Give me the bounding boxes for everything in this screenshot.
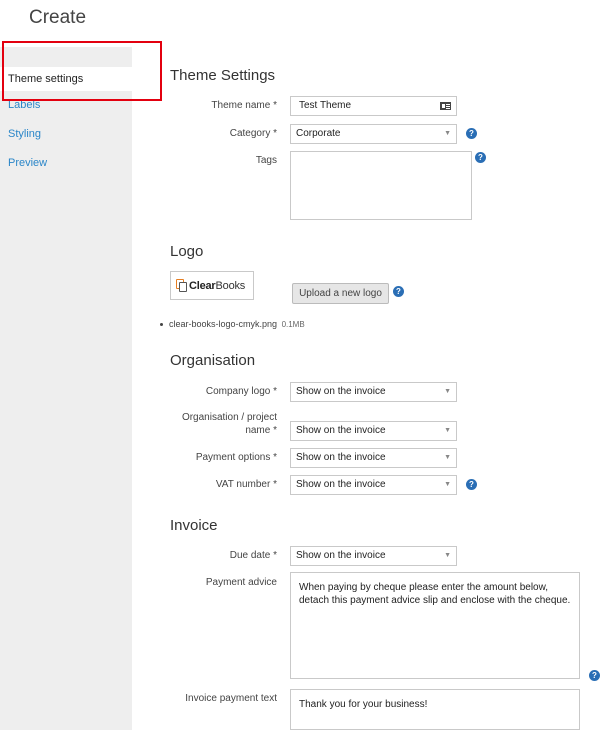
- sidebar-item-theme-settings[interactable]: Theme settings: [0, 67, 132, 91]
- tags-help-icon[interactable]: ?: [475, 152, 486, 163]
- upload-help-icon[interactable]: ?: [393, 286, 404, 297]
- due-date-select[interactable]: Show on the invoice ▼: [290, 546, 457, 566]
- theme-name-value: Test Theme: [299, 100, 352, 111]
- due-date-label: Due date *: [229, 550, 277, 561]
- org-name-value: Show on the invoice: [296, 425, 386, 436]
- vat-number-value: Show on the invoice: [296, 479, 386, 490]
- section-title-invoice: Invoice: [170, 517, 218, 534]
- payment-advice-textarea[interactable]: When paying by cheque please enter the a…: [290, 572, 580, 679]
- chevron-down-icon: ▼: [444, 552, 451, 559]
- contact-card-icon: [440, 102, 451, 110]
- chevron-down-icon: ▼: [444, 427, 451, 434]
- company-logo-value: Show on the invoice: [296, 386, 386, 397]
- payment-text-textarea[interactable]: Thank you for your business!: [290, 689, 580, 730]
- payment-text-label: Invoice payment text: [185, 693, 277, 704]
- sidebar-item-styling[interactable]: Styling: [0, 126, 132, 142]
- upload-logo-button[interactable]: Upload a new logo: [292, 283, 389, 304]
- org-name-label: Organisation / project name *: [127, 411, 277, 437]
- category-help-icon[interactable]: ?: [466, 128, 477, 139]
- org-name-label-line1: Organisation / project: [181, 412, 277, 423]
- logo-file-item: clear-books-logo-cmyk.png 0.1MB: [160, 319, 305, 329]
- payment-options-select[interactable]: Show on the invoice ▼: [290, 448, 457, 468]
- page-title: Create: [29, 7, 87, 28]
- sidebar-item-preview[interactable]: Preview: [0, 155, 132, 171]
- theme-name-input[interactable]: Test Theme: [290, 96, 457, 116]
- logo-file-size: 0.1MB: [281, 320, 305, 329]
- vat-help-icon[interactable]: ?: [466, 479, 477, 490]
- sidebar: Theme settings Labels Styling Preview: [0, 47, 132, 730]
- payment-advice-label: Payment advice: [205, 577, 277, 588]
- chevron-down-icon: ▼: [444, 454, 451, 461]
- tags-label: Tags: [255, 155, 277, 166]
- category-label: Category *: [229, 128, 277, 139]
- bullet-icon: [160, 323, 163, 327]
- company-logo-label: Company logo *: [205, 386, 277, 397]
- org-name-select[interactable]: Show on the invoice ▼: [290, 421, 457, 441]
- payment-advice-help-icon[interactable]: ?: [589, 670, 600, 681]
- tags-textarea[interactable]: [290, 151, 472, 220]
- vat-number-label: VAT number *: [215, 479, 277, 490]
- chevron-down-icon: ▼: [444, 388, 451, 395]
- section-title-theme-settings: Theme Settings: [170, 67, 276, 84]
- sidebar-item-labels[interactable]: Labels: [0, 97, 132, 113]
- logo-preview: ClearBooks: [170, 271, 254, 300]
- org-name-label-line2: name *: [245, 425, 277, 436]
- company-logo-select[interactable]: Show on the invoice ▼: [290, 382, 457, 402]
- logo-wordmark: ClearBooks: [189, 279, 246, 292]
- logo-file-name[interactable]: clear-books-logo-cmyk.png: [169, 319, 277, 329]
- section-title-logo: Logo: [170, 243, 204, 260]
- due-date-value: Show on the invoice: [296, 550, 386, 561]
- chevron-down-icon: ▼: [444, 481, 451, 488]
- category-select[interactable]: Corporate ▼: [290, 124, 457, 144]
- clearbooks-logo-icon: [176, 279, 187, 292]
- theme-name-label: Theme name *: [211, 100, 277, 111]
- payment-options-label: Payment options *: [195, 452, 277, 463]
- payment-options-value: Show on the invoice: [296, 452, 386, 463]
- vat-number-select[interactable]: Show on the invoice ▼: [290, 475, 457, 495]
- section-title-organisation: Organisation: [170, 352, 256, 369]
- chevron-down-icon: ▼: [444, 130, 451, 137]
- category-value: Corporate: [296, 128, 341, 139]
